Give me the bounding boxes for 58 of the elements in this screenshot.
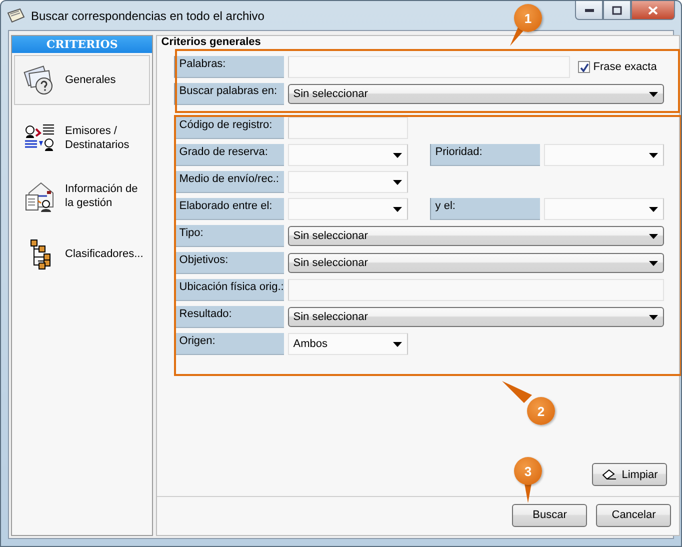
field-label: Palabras:	[174, 56, 284, 78]
dropdown[interactable]: Sin seleccionar	[288, 253, 664, 273]
dropdown-arrow-icon	[649, 314, 658, 320]
dropdown[interactable]	[288, 198, 408, 220]
field-label: Prioridad:	[430, 144, 540, 166]
field-label: Resultado:	[174, 306, 284, 328]
section-title: Criterios generales	[161, 36, 261, 48]
field-label: Objetivos:	[174, 252, 284, 274]
dropdown-arrow-icon	[393, 152, 402, 158]
callout-pointer	[502, 381, 532, 403]
text-field[interactable]	[288, 279, 664, 301]
field-label: y el:	[430, 198, 540, 220]
dropdown-arrow-icon	[649, 206, 658, 212]
dropdown[interactable]	[544, 198, 664, 220]
window-title: Buscar correspondencias en todo el archivo	[31, 8, 264, 22]
sidebar-item[interactable]: Emisores / Destinatarios	[14, 113, 150, 163]
clear-button[interactable]: Limpiar	[592, 463, 668, 486]
dialog-button[interactable]: Cancelar	[596, 504, 672, 526]
dropdown[interactable]: Sin seleccionar	[288, 307, 664, 327]
close-icon	[648, 6, 658, 14]
dropdown[interactable]: Sin seleccionar	[288, 84, 664, 104]
dropdown-arrow-icon	[649, 234, 658, 238]
sidebar-item[interactable]: Generales	[14, 55, 150, 105]
field-label: Buscar palabras en:	[174, 83, 284, 105]
app-icon	[7, 8, 25, 24]
dropdown-arrow-icon	[649, 152, 658, 158]
maximize-button[interactable]	[603, 1, 631, 20]
dropdown[interactable]	[288, 171, 408, 193]
dropdown[interactable]	[288, 144, 408, 166]
sidebar-item[interactable]: Información de la gestión	[14, 171, 150, 221]
checkmark-icon	[580, 62, 589, 72]
field-label: Tipo:	[174, 225, 284, 247]
callout-marker: 1	[514, 4, 542, 32]
field-label: Código de registro:	[174, 117, 284, 139]
field-label: Origen:	[174, 333, 284, 355]
dropdown-arrow-icon	[649, 92, 658, 96]
dropdown[interactable]: Ambos	[288, 333, 408, 355]
maximize-icon	[612, 6, 622, 14]
sidebar-header: CRITERIOS	[12, 36, 152, 53]
field-label: Medio de envío/rec.:	[174, 171, 284, 193]
eraser-icon	[602, 469, 618, 480]
text-field[interactable]	[288, 56, 570, 78]
dropdown[interactable]: Sin seleccionar	[288, 226, 664, 246]
dropdown-arrow-icon	[649, 260, 658, 266]
dropdown-arrow-icon	[393, 206, 402, 212]
dropdown-arrow-icon	[393, 180, 402, 184]
close-button[interactable]	[631, 1, 675, 20]
minimize-icon	[584, 8, 594, 12]
checkbox[interactable]: Frase exacta	[578, 61, 664, 73]
dropdown-arrow-icon	[393, 342, 402, 346]
field-label: Ubicación física orig.:	[174, 279, 284, 301]
sidebar-item[interactable]: Clasificadores...	[14, 229, 150, 279]
field-label: Grado de reserva:	[174, 144, 284, 166]
text-field[interactable]	[288, 117, 408, 139]
dialog-button[interactable]: Buscar	[512, 504, 588, 526]
minimize-button[interactable]	[575, 1, 603, 20]
field-label: Elaborado entre el:	[174, 198, 284, 220]
dropdown[interactable]	[544, 144, 664, 166]
